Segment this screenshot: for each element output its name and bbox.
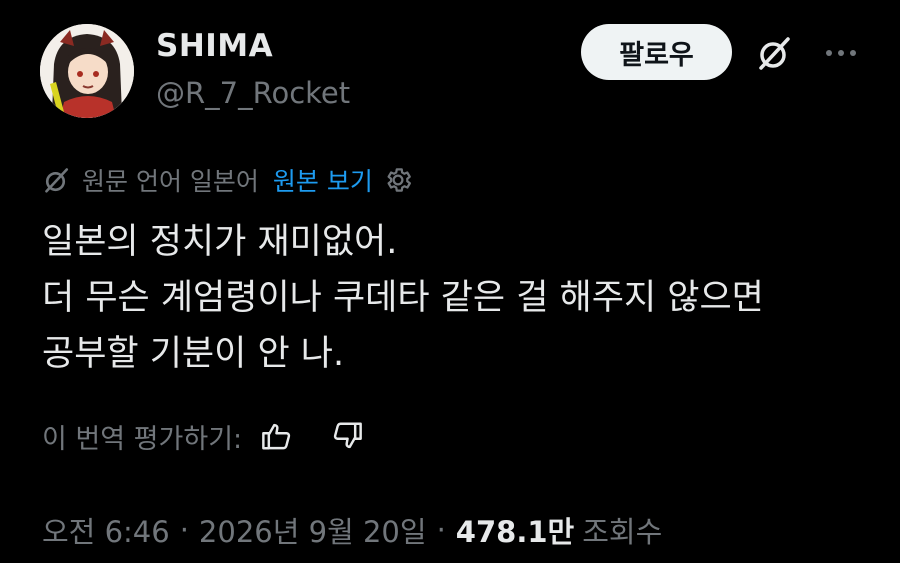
thumbs-up-button[interactable] [260,421,294,451]
tweet-text-line: 일본의 정치가 재미없어. [42,222,398,262]
meta-separator: · [179,513,189,547]
more-icon [826,50,856,56]
avatar[interactable] [40,24,134,118]
author-handle[interactable]: @R_7_Rocket [156,76,350,110]
gear-icon[interactable] [383,165,413,195]
thumbs-up-icon [262,423,291,450]
tweet-date[interactable]: 2026년 9월 20일 [199,509,427,551]
thumbs-down-icon [333,422,363,449]
views-count: 478.1만 [455,515,575,549]
author-display-name[interactable]: SHIMA [156,28,273,64]
views-label: 조회수 [582,515,663,549]
rate-translation-label: 이 번역 평가하기: [42,423,243,455]
thumbs-down-button[interactable] [330,421,364,451]
more-options-button[interactable] [818,30,864,76]
grok-button[interactable] [752,30,798,76]
avatar-image [40,24,134,118]
follow-button[interactable]: 팔로우 [581,24,732,80]
rate-translation-row: 이 번역 평가하기: [42,416,364,456]
tweet-text-line: 더 무슨 계엄령이나 쿠데타 같은 걸 해주지 않으면 [42,278,764,318]
tweet-text-line: 공부할 기분이 안 나. [42,334,345,374]
translate-grok-icon [45,168,69,193]
source-language-label: 원문 언어 일본어 [82,167,259,196]
tweet-meta-row: 오전 6:46 · 2026년 9월 20일 · 478.1만 조회수 [42,508,662,552]
grok-icon [759,37,790,70]
show-original-link[interactable]: 원본 보기 [273,162,373,198]
translation-row: 원문 언어 일본어 원본 보기 [42,160,413,200]
meta-separator: · [436,513,446,547]
tweet-time[interactable]: 오전 6:46 [42,509,170,551]
tweet-text: 일본의 정치가 재미없어. 더 무슨 계엄령이나 쿠데타 같은 걸 해주지 않으… [42,214,872,382]
